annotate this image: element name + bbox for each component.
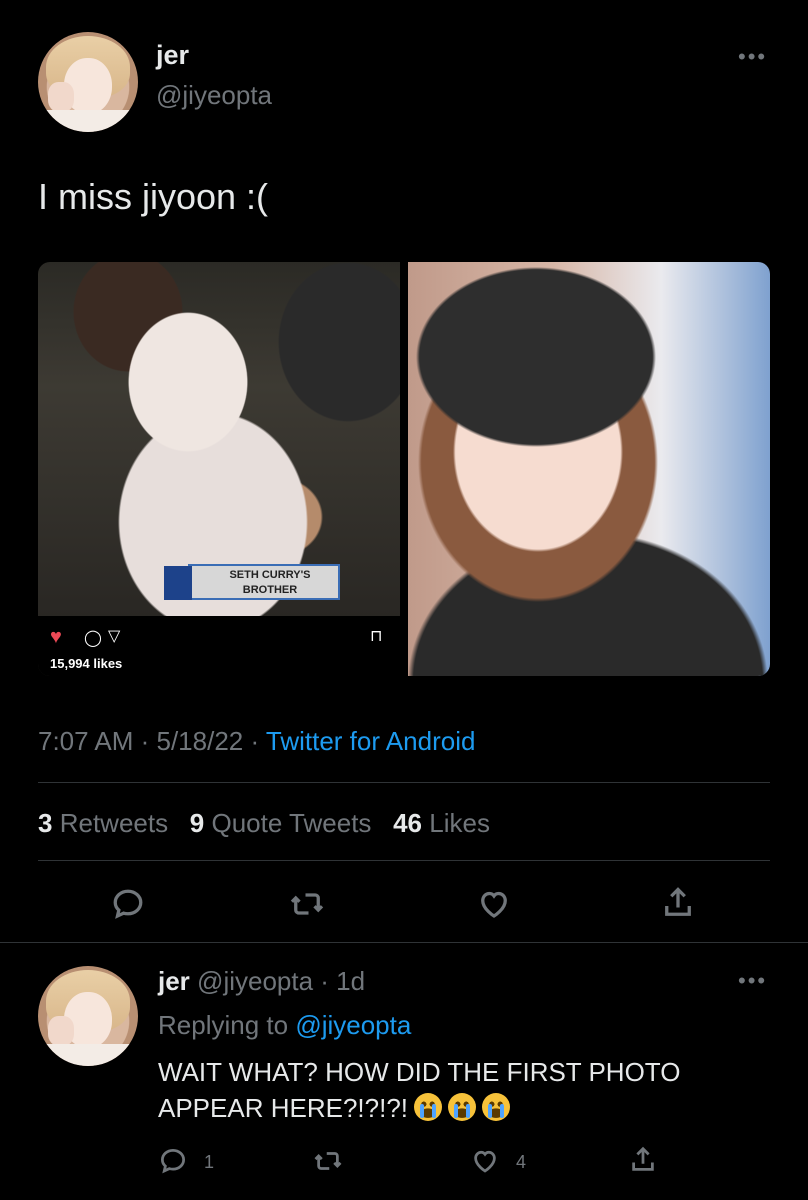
retweet-icon[interactable] xyxy=(312,1146,344,1181)
tweet-timestamp[interactable]: 7:07 AM · 5/18/22 · xyxy=(38,726,266,756)
author-handle[interactable]: @jiyeopta xyxy=(156,80,272,111)
quotes-stat[interactable]: 9 Quote Tweets xyxy=(190,808,372,838)
media-image-left[interactable]: SETH CURRY'S BROTHER ♥ ◯ ▽ ⊓ 15,994 like… xyxy=(38,262,400,676)
reply-icon[interactable] xyxy=(158,1146,188,1181)
tweet-media[interactable]: SETH CURRY'S BROTHER ♥ ◯ ▽ ⊓ 15,994 like… xyxy=(38,262,770,676)
tweet-meta: 7:07 AM · 5/18/22 · Twitter for Android xyxy=(38,726,475,757)
author-name[interactable]: jer xyxy=(156,40,189,71)
reply-header: jer @jiyeopta · 1d xyxy=(158,966,365,997)
tweet-text: I miss jiyoon :( xyxy=(38,176,269,217)
bookmark-icon: ⊓ xyxy=(370,628,383,645)
team-logo-icon xyxy=(164,566,192,600)
share-icon[interactable] xyxy=(628,1144,658,1181)
more-dots-icon[interactable]: ••• xyxy=(738,44,767,70)
image-caption-overlay: SETH CURRY'S BROTHER xyxy=(164,564,340,600)
replying-to-link[interactable]: @jiyeopta xyxy=(295,1010,411,1040)
reply-age[interactable]: · 1d xyxy=(313,966,365,996)
send-icon: ▽ xyxy=(108,628,121,645)
crying-face-emoji xyxy=(448,1093,476,1121)
crying-face-emoji xyxy=(414,1093,442,1121)
tweet-source-link[interactable]: Twitter for Android xyxy=(266,726,476,756)
tweet-stats: 3 Retweets 9 Quote Tweets 46 Likes xyxy=(38,808,490,839)
like-heart-icon[interactable] xyxy=(476,886,512,927)
heart-filled-icon: ♥ xyxy=(50,626,62,648)
retweet-icon[interactable] xyxy=(288,886,326,927)
comment-icon: ◯ xyxy=(84,630,102,647)
divider xyxy=(0,942,808,943)
caption-line-1: SETH CURRY'S xyxy=(229,569,311,581)
reply-icon[interactable] xyxy=(110,886,146,927)
media-image-right[interactable] xyxy=(408,262,770,676)
divider xyxy=(38,782,770,783)
likes-stat[interactable]: 46 Likes xyxy=(393,808,490,838)
retweets-stat[interactable]: 3 Retweets xyxy=(38,808,168,838)
reply-author-name[interactable]: jer xyxy=(158,966,190,996)
reply-author-handle[interactable]: @jiyeopta xyxy=(197,966,313,996)
like-count: 4 xyxy=(516,1152,527,1172)
share-icon[interactable] xyxy=(660,884,696,927)
reply-count: 1 xyxy=(204,1152,215,1172)
instagram-likes: 15,994 likes xyxy=(50,656,123,671)
like-heart-icon[interactable] xyxy=(470,1146,500,1181)
more-dots-icon[interactable]: ••• xyxy=(738,968,767,994)
divider xyxy=(38,860,770,861)
reply-author-avatar[interactable] xyxy=(38,966,138,1066)
caption-line-2: BROTHER xyxy=(242,584,298,596)
instagram-action-bar: ♥ ◯ ▽ ⊓ 15,994 likes xyxy=(38,616,400,676)
author-avatar[interactable] xyxy=(38,32,138,132)
replying-to: Replying to @jiyeopta xyxy=(158,1010,412,1040)
crying-face-emoji xyxy=(482,1093,510,1121)
reply-text: WAIT WHAT? HOW DID THE FIRST PHOTO APPEA… xyxy=(158,1057,681,1123)
